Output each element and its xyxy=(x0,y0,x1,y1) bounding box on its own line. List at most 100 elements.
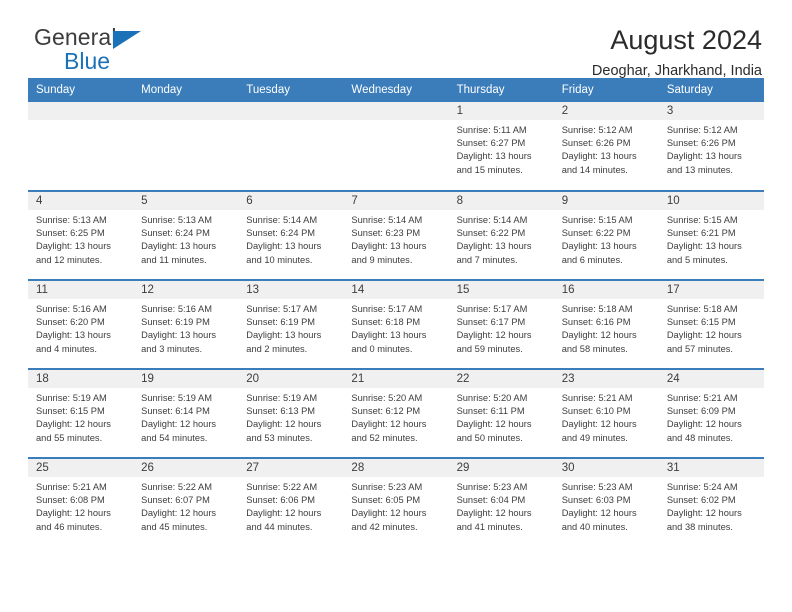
daylight-text-line1: Daylight: 13 hours xyxy=(141,241,217,252)
day-sun-info: Sunrise: 5:16 AM Sunset: 6:19 PM Daylight:… xyxy=(133,299,238,356)
day-28: 28 Sunrise: 5:23 AM Sunset: 6:05 PM Dayligh… xyxy=(343,459,449,547)
daylight-text-line1: Daylight: 12 hours xyxy=(36,508,111,519)
calendar-day-cell[interactable]: 22 Sunrise: 5:20 AM Sunset: 6:11 PM Dayligh… xyxy=(448,368,554,458)
calendar-day-cell[interactable]: 19 Sunrise: 5:19 AM Sunset: 6:14 PM Dayligh… xyxy=(133,368,239,458)
sunset-text: Sunset: 6:25 PM xyxy=(36,228,105,239)
day-sun-info: Sunrise: 5:17 AM Sunset: 6:18 PM Daylight:… xyxy=(343,299,448,356)
day-sun-info: Sunrise: 5:13 AM Sunset: 6:25 PM Daylight:… xyxy=(28,210,133,267)
sunset-text: Sunset: 6:12 PM xyxy=(351,406,421,417)
day-4: 4 Sunrise: 5:13 AM Sunset: 6:25 PM Daylight… xyxy=(28,192,134,279)
day-sun-info: Sunrise: 5:11 AM Sunset: 6:27 PM Daylight:… xyxy=(449,120,554,177)
calendar-day-cell[interactable]: 31 Sunrise: 5:24 AM Sunset: 6:02 PM Dayligh… xyxy=(658,457,764,547)
calendar-day-cell[interactable] xyxy=(28,102,134,191)
calendar-day-cell[interactable]: 12 Sunrise: 5:16 AM Sunset: 6:19 PM Dayligh… xyxy=(133,279,239,369)
day-sun-info: Sunrise: 5:19 AM Sunset: 6:15 PM Daylight:… xyxy=(28,388,133,445)
calendar-day-cell[interactable]: 10 Sunrise: 5:15 AM Sunset: 6:21 PM Dayligh… xyxy=(658,190,764,280)
daylight-text-line2: and 13 minutes. xyxy=(666,164,733,175)
sunrise-text: Sunrise: 5:21 AM xyxy=(561,393,633,403)
empty-day xyxy=(343,102,449,190)
calendar-day-cell[interactable] xyxy=(133,102,239,191)
calendar-day-cell[interactable]: 9 Sunrise: 5:15 AM Sunset: 6:22 PM Daylight… xyxy=(553,190,659,280)
daylight-text-line2: and 10 minutes. xyxy=(246,254,313,265)
calendar-day-cell[interactable]: 7 Sunrise: 5:14 AM Sunset: 6:23 PM Daylight… xyxy=(343,190,449,280)
daylight-text-line2: and 5 minutes. xyxy=(666,254,728,265)
daylight-text-line1: Daylight: 12 hours xyxy=(246,419,322,430)
calendar-day-cell[interactable]: 25 Sunrise: 5:21 AM Sunset: 6:08 PM Dayligh… xyxy=(28,457,134,547)
day-30: 30 Sunrise: 5:23 AM Sunset: 6:03 PM Dayligh… xyxy=(553,459,659,547)
calendar-day-cell[interactable]: 5 Sunrise: 5:13 AM Sunset: 6:24 PM Daylight… xyxy=(133,190,239,280)
calendar-day-cell[interactable]: 18 Sunrise: 5:19 AM Sunset: 6:15 PM Dayligh… xyxy=(28,368,134,458)
day-number: 29 xyxy=(448,459,554,477)
sunrise-text: Sunrise: 5:12 AM xyxy=(666,125,738,135)
day-sun-info: Sunrise: 5:21 AM Sunset: 6:08 PM Daylight:… xyxy=(28,477,133,534)
daylight-text-line1: Daylight: 13 hours xyxy=(666,151,742,162)
sunrise-text: Sunrise: 5:22 AM xyxy=(246,482,318,492)
day-sun-info: Sunrise: 5:14 AM Sunset: 6:22 PM Daylight:… xyxy=(449,210,554,267)
daylight-text-line1: Daylight: 12 hours xyxy=(141,419,217,430)
day-sun-info: Sunrise: 5:22 AM Sunset: 6:06 PM Daylight:… xyxy=(238,477,343,534)
calendar-day-cell[interactable]: 26 Sunrise: 5:22 AM Sunset: 6:07 PM Dayligh… xyxy=(133,457,239,547)
calendar-day-cell[interactable]: 3 Sunrise: 5:12 AM Sunset: 6:26 PM Daylight… xyxy=(658,102,764,191)
calendar-day-cell[interactable]: 21 Sunrise: 5:20 AM Sunset: 6:12 PM Dayligh… xyxy=(343,368,449,458)
calendar-day-cell[interactable]: 4 Sunrise: 5:13 AM Sunset: 6:25 PM Daylight… xyxy=(28,190,134,280)
daylight-text-line2: and 11 minutes. xyxy=(141,254,207,265)
calendar-day-cell[interactable]: 2 Sunrise: 5:12 AM Sunset: 6:26 PM Daylight… xyxy=(553,102,659,191)
logo-text-blue: Blue xyxy=(64,48,111,74)
sunset-text: Sunset: 6:21 PM xyxy=(666,228,736,239)
day-number: 19 xyxy=(133,370,239,388)
calendar-day-cell[interactable]: 29 Sunrise: 5:23 AM Sunset: 6:04 PM Dayligh… xyxy=(448,457,554,547)
calendar-day-cell[interactable]: 8 Sunrise: 5:14 AM Sunset: 6:22 PM Daylight… xyxy=(448,190,554,280)
sunrise-text: Sunrise: 5:23 AM xyxy=(351,482,423,492)
location-subtitle: Deoghar, Jharkhand, India xyxy=(591,62,762,79)
day-sun-info: Sunrise: 5:23 AM Sunset: 6:05 PM Daylight:… xyxy=(343,477,448,534)
sunrise-text: Sunrise: 5:21 AM xyxy=(666,393,738,403)
day-number: 26 xyxy=(133,459,239,477)
day-number: 7 xyxy=(343,192,449,210)
calendar-day-cell[interactable]: 20 Sunrise: 5:19 AM Sunset: 6:13 PM Dayligh… xyxy=(238,368,344,458)
daylight-text-line2: and 9 minutes. xyxy=(351,254,413,265)
calendar-day-cell[interactable]: 6 Sunrise: 5:14 AM Sunset: 6:24 PM Daylight… xyxy=(238,190,344,280)
sunrise-text: Sunrise: 5:14 AM xyxy=(456,215,528,225)
calendar-day-cell[interactable] xyxy=(343,102,449,191)
day-number: 8 xyxy=(448,192,554,210)
day-number: 13 xyxy=(238,281,344,299)
brand-logo[interactable]: General Blue xyxy=(28,26,158,73)
day-31: 31 Sunrise: 5:24 AM Sunset: 6:02 PM Dayligh… xyxy=(658,459,764,547)
daylight-text-line2: and 52 minutes. xyxy=(351,432,418,443)
sunset-text: Sunset: 6:03 PM xyxy=(561,495,631,506)
calendar-day-cell[interactable]: 28 Sunrise: 5:23 AM Sunset: 6:05 PM Dayligh… xyxy=(343,457,449,547)
sunset-text: Sunset: 6:15 PM xyxy=(666,317,736,328)
day-sun-info: Sunrise: 5:15 AM Sunset: 6:22 PM Daylight:… xyxy=(554,210,659,267)
calendar-day-cell[interactable]: 16 Sunrise: 5:18 AM Sunset: 6:16 PM Dayligh… xyxy=(553,279,659,369)
calendar-day-cell[interactable]: 13 Sunrise: 5:17 AM Sunset: 6:19 PM Dayligh… xyxy=(238,279,344,369)
day-1: 1 Sunrise: 5:11 AM Sunset: 6:27 PM Daylight… xyxy=(448,102,554,190)
calendar-day-cell[interactable]: 17 Sunrise: 5:18 AM Sunset: 6:15 PM Dayligh… xyxy=(658,279,764,369)
sunrise-text: Sunrise: 5:24 AM xyxy=(666,482,738,492)
day-16: 16 Sunrise: 5:18 AM Sunset: 6:16 PM Dayligh… xyxy=(553,281,659,368)
calendar-day-cell[interactable]: 27 Sunrise: 5:22 AM Sunset: 6:06 PM Dayligh… xyxy=(238,457,344,547)
page-title: August 2024 xyxy=(610,25,762,55)
sunset-text: Sunset: 6:09 PM xyxy=(666,406,736,417)
daylight-text-line1: Daylight: 13 hours xyxy=(351,330,427,341)
calendar-day-cell[interactable]: 24 Sunrise: 5:21 AM Sunset: 6:09 PM Dayligh… xyxy=(658,368,764,458)
page-header: General Blue August 2024 Deoghar, Jharkh… xyxy=(28,0,764,78)
calendar-day-cell[interactable] xyxy=(238,102,344,191)
daylight-text-line2: and 58 minutes. xyxy=(561,343,628,354)
daylight-text-line2: and 53 minutes. xyxy=(246,432,313,443)
day-sun-info: Sunrise: 5:23 AM Sunset: 6:03 PM Daylight:… xyxy=(554,477,659,534)
calendar-day-cell[interactable]: 30 Sunrise: 5:23 AM Sunset: 6:03 PM Dayligh… xyxy=(553,457,659,547)
calendar-day-cell[interactable]: 15 Sunrise: 5:17 AM Sunset: 6:17 PM Dayligh… xyxy=(448,279,554,369)
daylight-text-line2: and 46 minutes. xyxy=(36,521,103,532)
day-sun-info: Sunrise: 5:13 AM Sunset: 6:24 PM Daylight:… xyxy=(133,210,238,267)
day-sun-info: Sunrise: 5:14 AM Sunset: 6:23 PM Daylight:… xyxy=(343,210,448,267)
daylight-text-line2: and 12 minutes. xyxy=(36,254,103,265)
calendar-day-cell[interactable]: 14 Sunrise: 5:17 AM Sunset: 6:18 PM Dayligh… xyxy=(343,279,449,369)
sunset-text: Sunset: 6:07 PM xyxy=(141,495,210,506)
day-number xyxy=(28,102,134,120)
sunset-text: Sunset: 6:02 PM xyxy=(666,495,736,506)
daylight-text-line1: Daylight: 12 hours xyxy=(456,419,532,430)
sunrise-text: Sunrise: 5:15 AM xyxy=(666,215,738,225)
calendar-day-cell[interactable]: 1 Sunrise: 5:11 AM Sunset: 6:27 PM Daylight… xyxy=(448,102,554,191)
calendar-day-cell[interactable]: 23 Sunrise: 5:21 AM Sunset: 6:10 PM Dayligh… xyxy=(553,368,659,458)
calendar-day-cell[interactable]: 11 Sunrise: 5:16 AM Sunset: 6:20 PM Dayligh… xyxy=(28,279,134,369)
